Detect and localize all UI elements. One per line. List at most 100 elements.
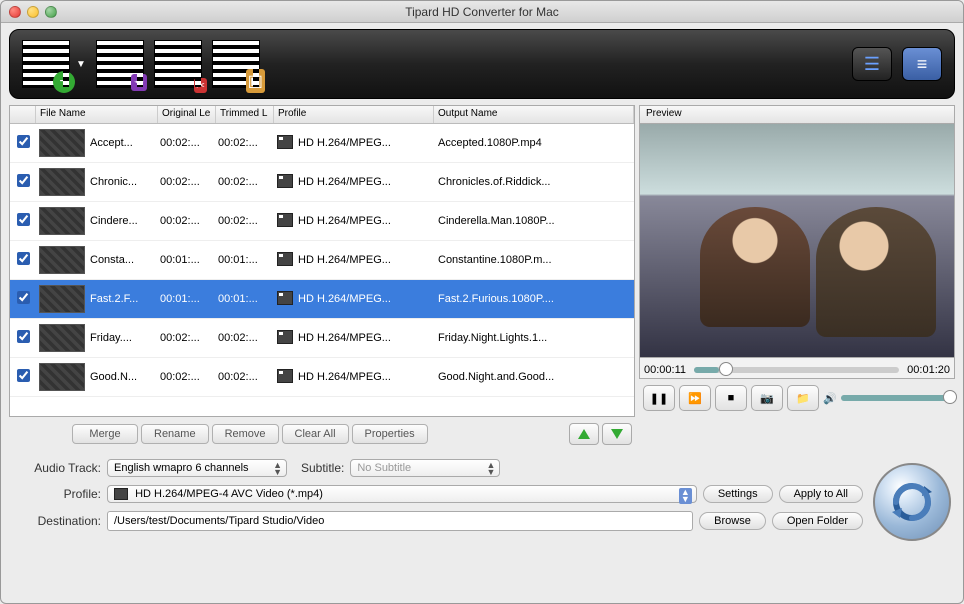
- profile-value: HD H.264/MPEG-4 AVC Video (*.mp4): [135, 488, 323, 500]
- add-file-dropdown[interactable]: ▼: [76, 59, 86, 70]
- output-name: Friday.Night.Lights.1...: [434, 332, 634, 344]
- profile-icon: [277, 174, 293, 188]
- header-filename[interactable]: File Name: [36, 106, 158, 123]
- table-row[interactable]: Chronic...00:02:...00:02:...HD H.264/MPE…: [10, 163, 634, 202]
- zoom-window-button[interactable]: [45, 6, 57, 18]
- clear-all-button[interactable]: Clear All: [282, 424, 349, 444]
- thumbnail: [39, 285, 85, 313]
- audio-track-select[interactable]: English wmapro 6 channels ▲▼: [107, 459, 287, 477]
- preview-viewport[interactable]: [639, 123, 955, 358]
- rename-button[interactable]: Rename: [141, 424, 209, 444]
- row-checkbox[interactable]: [17, 291, 30, 304]
- thumbnail: [39, 363, 85, 391]
- profile-icon: [114, 488, 128, 500]
- column-headers: File Name Original Le Trimmed L Profile …: [10, 106, 634, 124]
- row-checkbox[interactable]: [17, 330, 30, 343]
- trim-button[interactable]: ✂: [154, 40, 202, 88]
- row-profile: HD H.264/MPEG...: [296, 293, 434, 305]
- file-rows: Accept...00:02:...00:02:...HD H.264/MPEG…: [10, 124, 634, 400]
- window-title: Tipard HD Converter for Mac: [1, 5, 963, 19]
- effect-button[interactable]: ✦: [96, 40, 144, 88]
- subtitle-select[interactable]: No Subtitle ▲▼: [350, 459, 500, 477]
- view-list-button[interactable]: ≡: [902, 47, 942, 81]
- settings-form: Audio Track: English wmapro 6 channels ▲…: [13, 459, 863, 541]
- row-profile: HD H.264/MPEG...: [296, 137, 434, 149]
- table-row[interactable]: Good.N...00:02:...00:02:...HD H.264/MPEG…: [10, 358, 634, 397]
- convert-icon: [890, 480, 934, 524]
- row-checkbox[interactable]: [17, 369, 30, 382]
- row-checkbox[interactable]: [17, 135, 30, 148]
- profile-label: Profile:: [13, 487, 101, 501]
- move-up-button[interactable]: [569, 423, 599, 445]
- file-list-panel: File Name Original Le Trimmed L Profile …: [9, 105, 635, 417]
- trimmed-length: 00:01:...: [216, 254, 274, 266]
- original-length: 00:02:...: [158, 332, 216, 344]
- list-detail-icon: ☰: [864, 54, 880, 75]
- table-row[interactable]: Friday....00:02:...00:02:...HD H.264/MPE…: [10, 319, 634, 358]
- crop-button[interactable]: ▣: [212, 40, 260, 88]
- profile-icon: [277, 369, 293, 383]
- table-row[interactable]: Consta...00:01:...00:01:...HD H.264/MPEG…: [10, 241, 634, 280]
- remove-button[interactable]: Remove: [212, 424, 279, 444]
- settings-button[interactable]: Settings: [703, 485, 773, 503]
- table-row[interactable]: Accept...00:02:...00:02:...HD H.264/MPEG…: [10, 124, 634, 163]
- file-name: Good.N...: [88, 371, 158, 383]
- add-file-button[interactable]: +: [22, 40, 70, 88]
- output-name: Fast.2.Furious.1080P....: [434, 293, 634, 305]
- step-forward-button[interactable]: ⏩: [679, 385, 711, 411]
- view-detail-button[interactable]: ☰: [852, 47, 892, 81]
- apply-to-all-button[interactable]: Apply to All: [779, 485, 863, 503]
- thumbnail: [39, 168, 85, 196]
- updown-icon: ▲▼: [486, 462, 495, 476]
- header-profile[interactable]: Profile: [274, 106, 434, 123]
- subtitle-value: No Subtitle: [357, 462, 411, 474]
- destination-input[interactable]: /Users/test/Documents/Tipard Studio/Vide…: [107, 511, 693, 531]
- stop-button[interactable]: ■: [715, 385, 747, 411]
- pause-button[interactable]: ❚❚: [643, 385, 675, 411]
- open-folder-button[interactable]: Open Folder: [772, 512, 863, 530]
- output-name: Cinderella.Man.1080P...: [434, 215, 634, 227]
- close-window-button[interactable]: [9, 6, 21, 18]
- audio-track-value: English wmapro 6 channels: [114, 462, 249, 474]
- plus-icon: +: [53, 71, 75, 93]
- open-snapshot-folder-button[interactable]: 📁: [787, 385, 819, 411]
- row-profile: HD H.264/MPEG...: [296, 254, 434, 266]
- header-original-length[interactable]: Original Le: [158, 106, 216, 123]
- row-checkbox[interactable]: [17, 252, 30, 265]
- volume-slider[interactable]: [841, 395, 951, 401]
- move-down-button[interactable]: [602, 423, 632, 445]
- trimmed-length: 00:01:...: [216, 293, 274, 305]
- properties-button[interactable]: Properties: [352, 424, 428, 444]
- current-time: 00:00:11: [644, 364, 686, 376]
- volume-icon: 🔊: [823, 392, 837, 405]
- file-name: Cindere...: [88, 215, 158, 227]
- profile-icon: [277, 135, 293, 149]
- thumbnail: [39, 246, 85, 274]
- original-length: 00:01:...: [158, 293, 216, 305]
- subtitle-label: Subtitle:: [301, 461, 344, 475]
- trimmed-length: 00:02:...: [216, 371, 274, 383]
- preview-frame: [640, 124, 954, 357]
- row-checkbox[interactable]: [17, 174, 30, 187]
- table-row[interactable]: Fast.2.F...00:01:...00:01:...HD H.264/MP…: [10, 280, 634, 319]
- profile-icon: [277, 252, 293, 266]
- snapshot-button[interactable]: 📷: [751, 385, 783, 411]
- convert-button[interactable]: [873, 463, 951, 541]
- original-length: 00:01:...: [158, 254, 216, 266]
- header-output-name[interactable]: Output Name: [434, 106, 634, 123]
- row-checkbox[interactable]: [17, 213, 30, 226]
- seek-slider[interactable]: [694, 367, 899, 373]
- row-profile: HD H.264/MPEG...: [296, 332, 434, 344]
- merge-button[interactable]: Merge: [72, 424, 138, 444]
- browse-button[interactable]: Browse: [699, 512, 766, 530]
- header-trimmed-length[interactable]: Trimmed L: [216, 106, 274, 123]
- table-row[interactable]: Cindere...00:02:...00:02:...HD H.264/MPE…: [10, 202, 634, 241]
- minimize-window-button[interactable]: [27, 6, 39, 18]
- row-profile: HD H.264/MPEG...: [296, 176, 434, 188]
- profile-select[interactable]: HD H.264/MPEG-4 AVC Video (*.mp4) ▲▼: [107, 485, 697, 503]
- folder-icon: 📁: [796, 392, 810, 405]
- thumbnail: [39, 207, 85, 235]
- pause-icon: ❚❚: [650, 392, 668, 405]
- original-length: 00:02:...: [158, 176, 216, 188]
- output-name: Accepted.1080P.mp4: [434, 137, 634, 149]
